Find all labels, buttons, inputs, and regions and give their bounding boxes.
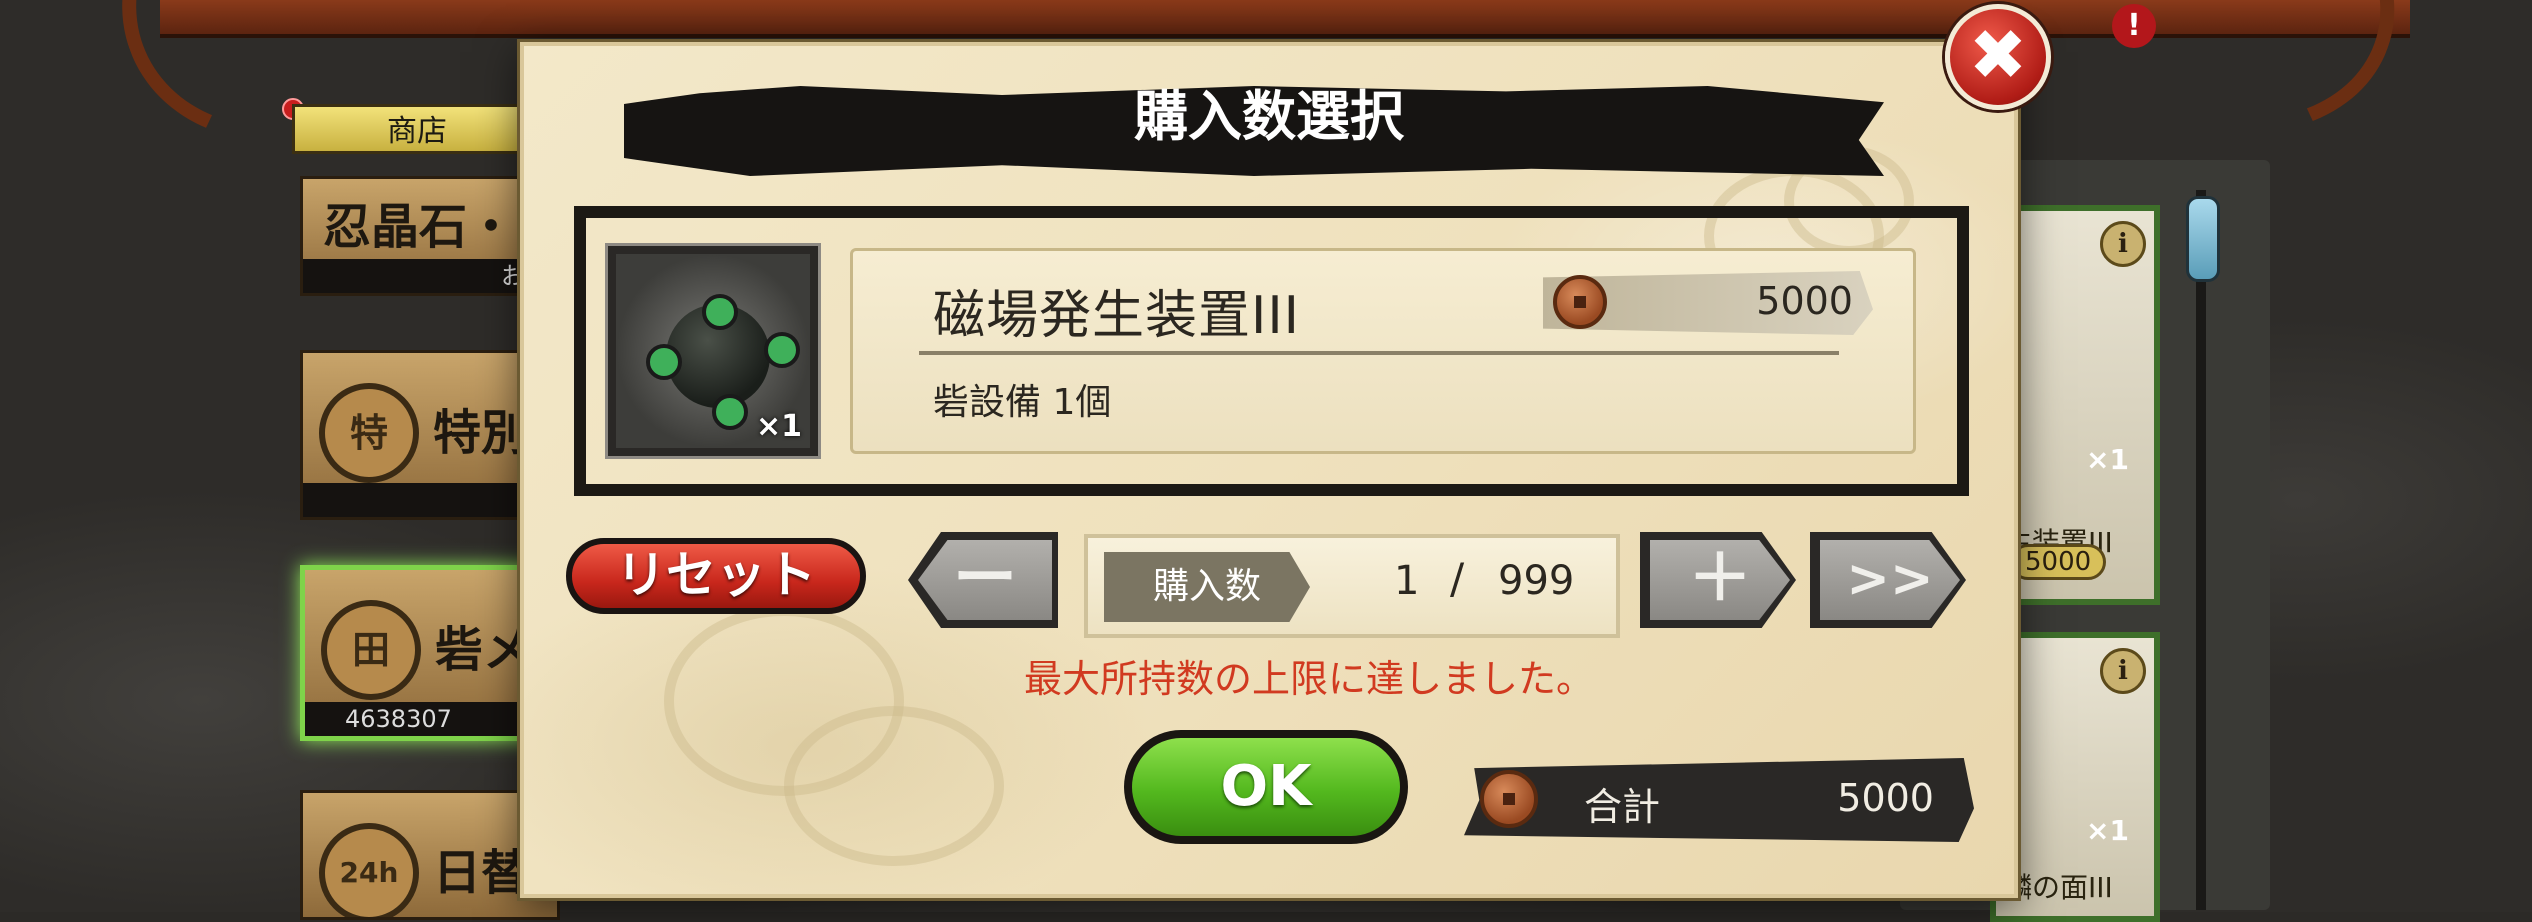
max-limit-warning: 最大所持数の上限に達しました。: [1023, 657, 1594, 701]
emblem-icon: 田: [321, 600, 421, 700]
alert-badge[interactable]: !: [2112, 4, 2156, 48]
card-title: 日替: [433, 845, 530, 901]
info-icon[interactable]: i: [2100, 648, 2146, 694]
max-quantity-button[interactable]: >>: [1810, 532, 1966, 628]
coin-icon: [1480, 770, 1538, 828]
emblem-icon: 24h: [319, 823, 419, 917]
quantity-box: 購入数 1 / 999: [1084, 534, 1620, 638]
card-title: 特別: [433, 405, 530, 461]
device-node: [764, 332, 800, 368]
card-footer: 新: [303, 483, 557, 517]
tab-shop[interactable]: 商店: [292, 104, 542, 154]
item-price: 5000: [2010, 544, 2107, 580]
item-qty: ×1: [2086, 443, 2129, 476]
quantity-current: 1: [1394, 558, 1420, 604]
divider: [919, 351, 1839, 355]
cloud-decoration: [784, 706, 1004, 866]
emblem-icon: 特: [319, 383, 419, 483]
plus-arrow-icon: ＋: [1650, 540, 1790, 620]
card-title: 砦メ: [435, 622, 532, 678]
dialog-title: 購入数選択: [1134, 85, 1404, 148]
item-description: 砦設備 1個: [933, 382, 1112, 423]
quantity-label: 購入数: [1104, 552, 1310, 622]
card-title: 忍晶石・: [323, 199, 516, 255]
increase-button[interactable]: ＋: [1640, 532, 1796, 628]
scrollbar-track[interactable]: [2196, 190, 2206, 910]
close-icon: ✖: [1968, 14, 2028, 96]
scrollbar-thumb[interactable]: [2186, 196, 2220, 282]
magnetic-device-icon: ×1: [605, 243, 821, 459]
quantity-separator: /: [1450, 554, 1465, 603]
coin-icon: [1553, 275, 1607, 329]
item-price: 5000: [1756, 279, 1853, 323]
reset-button[interactable]: リセット: [566, 538, 866, 614]
item-info-panel: 磁場発生装置III 5000 砦設備 1個: [850, 248, 1916, 454]
purchase-quantity-dialog: 購入数選択 ×1 磁場発生装置III 5000 砦設備 1個 リセット ー 購入…: [520, 42, 2018, 898]
total-label: 合計: [1584, 785, 1661, 829]
device-node: [712, 394, 748, 430]
close-button[interactable]: ✖: [1945, 4, 2051, 110]
info-icon[interactable]: i: [2100, 221, 2146, 267]
ok-button-label: OK: [1132, 738, 1400, 836]
device-node: [702, 294, 738, 330]
card-footer: 4638307: [305, 702, 555, 736]
quantity-max: 999: [1498, 558, 1575, 604]
double-chevron-right-icon: >>: [1820, 540, 1960, 620]
item-quantity-badge: ×1: [755, 409, 802, 444]
item-qty: ×1: [2086, 814, 2129, 847]
item-name: 磁場発生装置III: [933, 286, 1301, 346]
ok-button[interactable]: OK: [1124, 730, 1408, 844]
minus-arrow-icon: ー: [918, 540, 1052, 620]
total-value: 5000: [1837, 776, 1934, 820]
card-footer: お買: [303, 259, 557, 293]
item-label: 麟の面III: [2004, 871, 2113, 904]
decrease-button[interactable]: ー: [908, 532, 1058, 628]
device-node: [646, 344, 682, 380]
